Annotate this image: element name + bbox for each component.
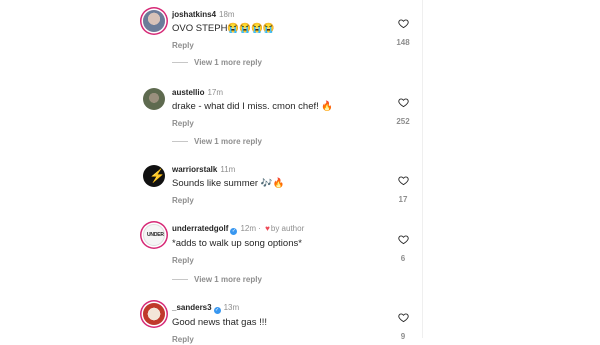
- heart-filled-icon: ♥: [265, 224, 270, 233]
- divider-line: [172, 62, 188, 64]
- liked-by-author-label: by author: [270, 224, 305, 233]
- comment-text: drake - what did I miss. cmon chef! 🔥: [172, 101, 334, 112]
- avatar[interactable]: [143, 88, 165, 110]
- view-more-replies[interactable]: View 1 more reply: [172, 137, 262, 147]
- like-button[interactable]: 6: [396, 234, 410, 263]
- like-count: 9: [400, 332, 406, 341]
- like-button[interactable]: 148: [396, 18, 410, 47]
- right-divider: [422, 0, 423, 338]
- view-more-label[interactable]: View 1 more reply: [194, 58, 262, 67]
- comment-time: 12m: [240, 224, 257, 233]
- underrated-golf-logo: UNDER: [147, 232, 164, 238]
- view-more-label[interactable]: View 1 more reply: [194, 275, 262, 284]
- comment-text: *adds to walk up song options*: [172, 238, 302, 249]
- divider-line: [172, 141, 188, 143]
- heart-outline-icon[interactable]: [397, 234, 409, 245]
- divider-line: [172, 279, 188, 281]
- verified-badge-icon: ✓: [213, 307, 221, 314]
- like-button[interactable]: 17: [396, 175, 410, 204]
- like-button[interactable]: 9: [396, 312, 410, 341]
- comment-username[interactable]: warriorstalk: [172, 165, 217, 174]
- heart-outline-icon[interactable]: [397, 18, 409, 29]
- comment-text: Good news that gas !!!: [172, 317, 268, 328]
- heart-outline-icon[interactable]: [397, 175, 409, 186]
- view-more-replies[interactable]: View 1 more reply: [172, 275, 262, 285]
- comment-username[interactable]: austellio: [172, 88, 204, 97]
- comment-username[interactable]: joshatkins4: [172, 10, 216, 19]
- like-count: 252: [396, 117, 410, 126]
- avatar[interactable]: [143, 10, 165, 32]
- comment-time: 11m: [220, 165, 236, 174]
- heart-outline-icon[interactable]: [397, 97, 409, 108]
- comment-username[interactable]: _sanders3: [172, 303, 212, 312]
- comment-time: 17m: [207, 88, 224, 97]
- like-count: 148: [396, 38, 410, 47]
- reply-button[interactable]: Reply: [172, 196, 402, 206]
- lightning-icon: ⚡: [149, 168, 165, 183]
- avatar[interactable]: [143, 303, 165, 325]
- reply-button[interactable]: Reply: [172, 256, 402, 266]
- view-more-label[interactable]: View 1 more reply: [194, 137, 262, 146]
- comment-time: 18m: [219, 10, 235, 19]
- reply-button[interactable]: Reply: [172, 41, 402, 51]
- comment-time: 13m: [223, 303, 240, 312]
- reply-button[interactable]: Reply: [172, 335, 402, 345]
- avatar[interactable]: UNDER: [143, 224, 165, 246]
- verified-badge-icon: ✓: [230, 228, 238, 235]
- like-count: 17: [398, 195, 408, 204]
- comment-username[interactable]: underratedgolf: [172, 224, 228, 233]
- like-button[interactable]: 252: [396, 97, 410, 126]
- view-more-replies[interactable]: View 1 more reply: [172, 58, 262, 68]
- heart-outline-icon[interactable]: [397, 312, 409, 323]
- comment-text: Sounds like summer 🎶🔥: [172, 178, 285, 189]
- reply-button[interactable]: Reply: [172, 119, 402, 129]
- avatar[interactable]: ⚡: [143, 165, 165, 187]
- comment-text: OVO STEPH😭😭😭😭: [172, 23, 275, 34]
- like-count: 6: [400, 254, 406, 263]
